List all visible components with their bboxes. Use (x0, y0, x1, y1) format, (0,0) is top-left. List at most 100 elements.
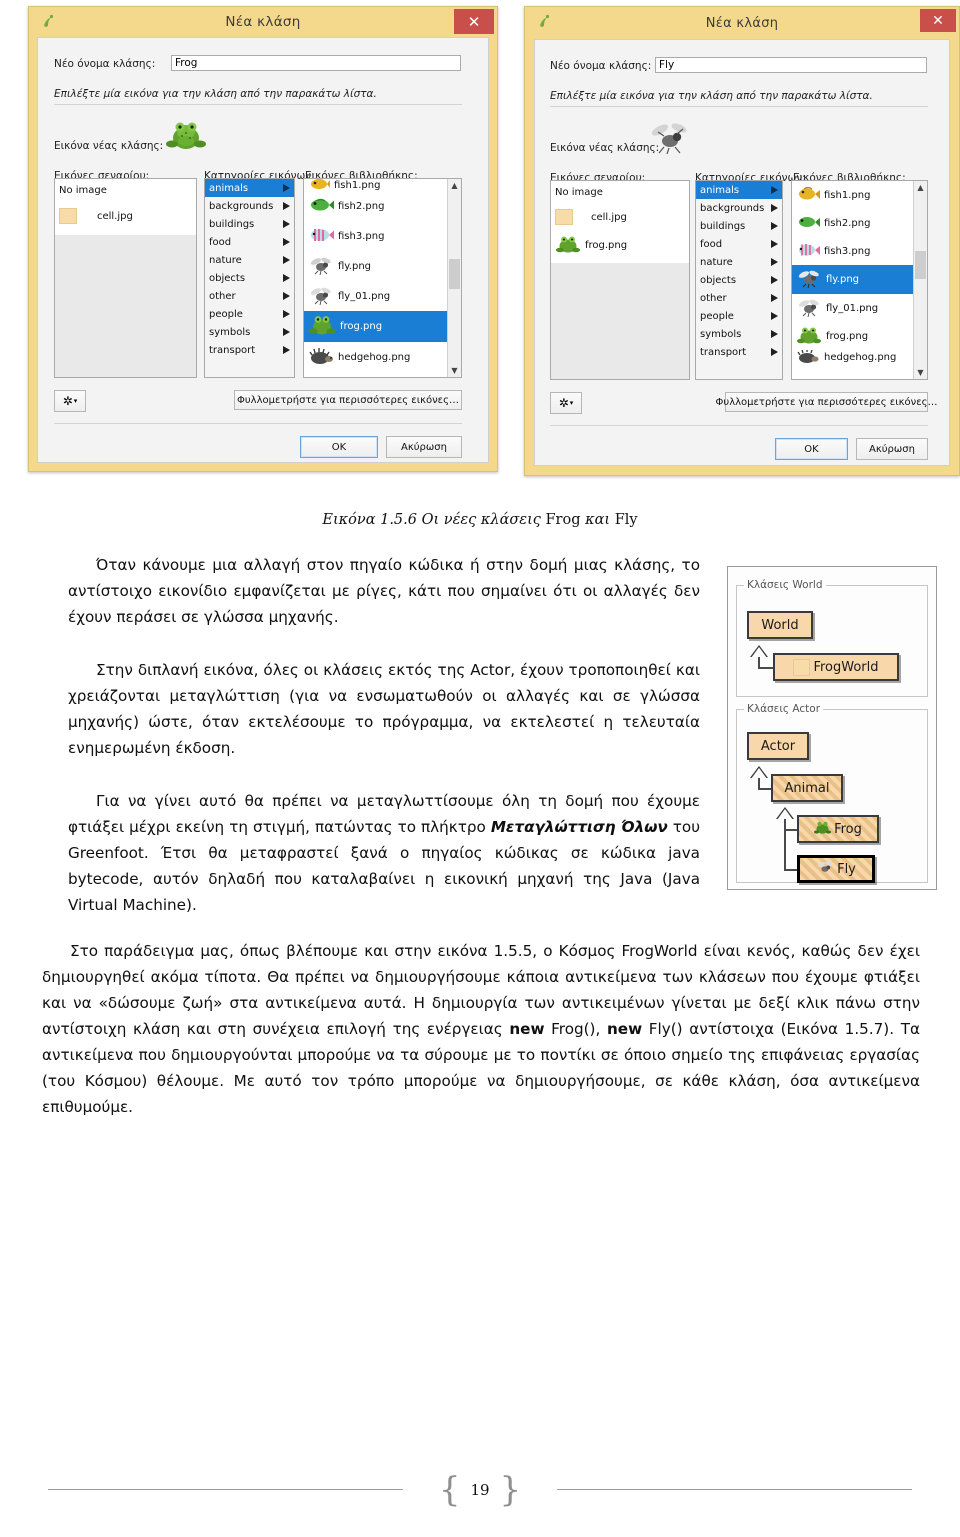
frog-icon (555, 234, 581, 257)
titlebar[interactable]: Νέα κλάση ✕ (29, 7, 497, 37)
class-box-fly[interactable]: Fly (797, 855, 875, 883)
class-name-label: Νέο όνομα κλάσης: (54, 58, 156, 70)
category-item-backgrounds[interactable]: backgrounds (696, 199, 782, 217)
list-item[interactable]: fish2.png (304, 191, 461, 221)
scroll-up-icon[interactable]: ▲ (914, 181, 927, 194)
list-item[interactable]: fish3.png (792, 237, 927, 265)
category-item-symbols[interactable]: symbols (205, 323, 294, 341)
ok-button[interactable]: OK (775, 438, 848, 460)
list-item[interactable]: fish1.png (304, 179, 461, 191)
category-item-food[interactable]: food (696, 235, 782, 253)
category-item-transport[interactable]: transport (696, 343, 782, 361)
class-box-animal[interactable]: Animal (771, 774, 843, 802)
category-item-other[interactable]: other (696, 289, 782, 307)
fish2-icon (308, 196, 334, 217)
list-item[interactable]: fly.png (304, 251, 461, 281)
fly-icon (308, 285, 334, 308)
paragraph-1: Όταν κάνουμε μια αλλαγή στον πηγαίο κώδι… (68, 556, 700, 626)
scroll-up-icon[interactable]: ▲ (448, 179, 461, 192)
list-item-label: frog.png (340, 321, 383, 332)
category-item-buildings[interactable]: buildings (205, 215, 294, 233)
category-label: buildings (700, 220, 746, 232)
class-box-actor[interactable]: Actor (747, 732, 809, 760)
list-item-selected[interactable]: fly.png (792, 265, 927, 294)
scenario-images-list[interactable]: No image cell.jpg frog.png (550, 180, 690, 380)
class-box-frogworld[interactable]: FrogWorld (773, 653, 899, 681)
scrollbar-thumb[interactable] (915, 251, 926, 279)
class-name-input[interactable] (171, 55, 461, 71)
gear-button[interactable]: ✲ ▾ (550, 392, 582, 414)
category-item-objects[interactable]: objects (205, 269, 294, 287)
chevron-right-icon (283, 238, 290, 246)
category-item-transport[interactable]: transport (205, 341, 294, 359)
list-item[interactable]: cell.jpg (551, 203, 689, 231)
image-categories-list[interactable]: animals backgrounds buildings food natur… (204, 178, 295, 378)
list-item-label: hedgehog.png (824, 351, 897, 363)
close-icon[interactable]: ✕ (920, 9, 956, 32)
ok-button[interactable]: OK (300, 436, 378, 458)
category-item-animals[interactable]: animals (696, 181, 782, 199)
category-item-backgrounds[interactable]: backgrounds (205, 197, 294, 215)
category-item-objects[interactable]: objects (696, 271, 782, 289)
instruction-text: Επιλέξτε μία εικόνα για την κλάση από τη… (54, 88, 377, 100)
list-item[interactable]: No image (551, 181, 689, 203)
category-item-buildings[interactable]: buildings (696, 217, 782, 235)
list-item[interactable]: frog.png (792, 322, 927, 350)
list-item[interactable]: fish3.png (304, 221, 461, 251)
scenario-images-list[interactable]: No image cell.jpg (54, 178, 197, 378)
greenfoot-icon (537, 13, 553, 30)
cancel-button[interactable]: Ακύρωση (856, 438, 928, 460)
list-item[interactable]: fly_01.png (304, 281, 461, 311)
list-item[interactable]: frog.png (551, 231, 689, 259)
category-item-nature[interactable]: nature (205, 251, 294, 269)
category-item-people[interactable]: people (205, 305, 294, 323)
image-categories-list[interactable]: animals backgrounds buildings food natur… (695, 180, 783, 380)
hedgehog-icon (308, 347, 334, 368)
list-item-label: fish1.png (334, 179, 381, 191)
chevron-right-icon (283, 256, 290, 264)
list-item-label: frog.png (585, 239, 628, 251)
list-item-label: fly.png (826, 274, 860, 285)
list-item[interactable]: hedgehog.png (304, 342, 461, 372)
class-label: Animal (784, 780, 830, 796)
class-box-frog[interactable]: Frog (797, 815, 879, 843)
titlebar[interactable]: Νέα κλάση ✕ (525, 7, 959, 39)
library-scrollbar[interactable]: ▲ ▼ (913, 181, 927, 379)
scroll-down-icon[interactable]: ▼ (448, 364, 461, 377)
chevron-right-icon (771, 240, 778, 248)
chevron-right-icon (283, 328, 290, 336)
library-scrollbar[interactable]: ▲ ▼ (447, 179, 461, 377)
category-item-animals[interactable]: animals (205, 179, 294, 197)
list-item-selected[interactable]: frog.png (304, 311, 461, 342)
library-images-list[interactable]: fish1.png fish2.png fish3.png fly.png fl… (303, 178, 462, 378)
cell-thumb-icon (59, 208, 77, 224)
cancel-button[interactable]: Ακύρωση (386, 436, 462, 458)
class-name-input[interactable] (655, 57, 927, 73)
browse-more-images-button[interactable]: Φυλλομετρήστε για περισσότερες εικόνες… (716, 392, 937, 412)
gear-icon: ✲ (62, 394, 73, 408)
category-item-nature[interactable]: nature (696, 253, 782, 271)
close-icon[interactable]: ✕ (454, 9, 494, 34)
list-item-label: fish3.png (824, 245, 871, 257)
list-item[interactable]: fly_01.png (792, 294, 927, 322)
browse-more-images-button[interactable]: Φυλλομετρήστε για περισσότερες εικόνες… (234, 390, 462, 410)
frog-icon (813, 820, 832, 839)
scrollbar-thumb[interactable] (449, 259, 460, 289)
category-item-other[interactable]: other (205, 287, 294, 305)
category-item-food[interactable]: food (205, 233, 294, 251)
list-item[interactable]: fish1.png (792, 181, 927, 209)
list-item[interactable]: cell.jpg (55, 201, 196, 231)
list-item[interactable]: hedgehog.png (792, 350, 927, 364)
category-label: food (700, 238, 723, 250)
gear-button[interactable]: ✲ ▾ (54, 390, 86, 412)
list-item-label: cell.jpg (591, 211, 627, 223)
list-item[interactable]: No image (55, 179, 196, 201)
library-images-list[interactable]: fish1.png fish2.png fish3.png fly.png fl… (791, 180, 928, 380)
class-box-world[interactable]: World (747, 611, 813, 639)
category-item-people[interactable]: people (696, 307, 782, 325)
class-label: Frog (834, 821, 862, 837)
list-item[interactable]: fish2.png (792, 209, 927, 237)
brace-left: { (438, 1470, 461, 1510)
scroll-down-icon[interactable]: ▼ (914, 366, 927, 379)
category-item-symbols[interactable]: symbols (696, 325, 782, 343)
